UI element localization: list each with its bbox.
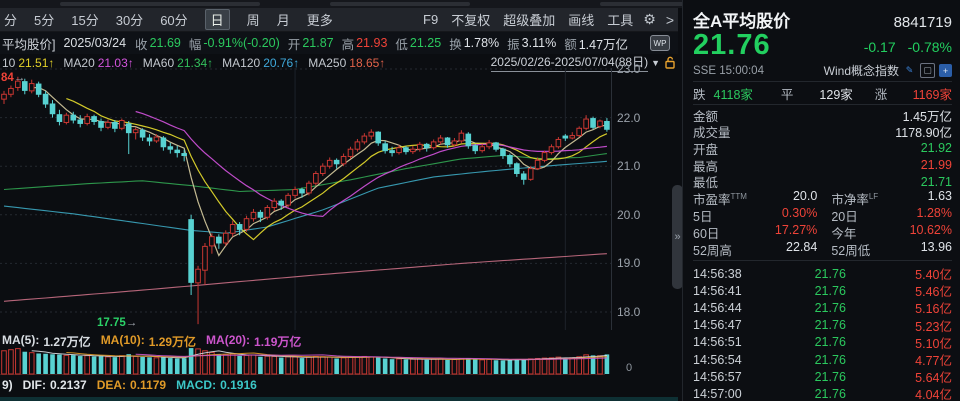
market-breadth-row: 跌 4118家 平 129家 涨 1169家 xyxy=(693,84,952,102)
quote-field: 收 21.69 xyxy=(135,34,181,53)
period-tab[interactable]: 日 xyxy=(205,9,230,30)
period-tab[interactable]: 周 xyxy=(247,10,260,29)
quote-field: 换 1.78% xyxy=(449,34,499,53)
macd-prefix: 9) xyxy=(2,378,13,392)
period-group: 分 5分 15分 30分 60分日周月更多 xyxy=(4,9,333,30)
overlay-icon[interactable]: ▢ xyxy=(920,63,935,78)
toolbar-action-button[interactable]: 不复权 xyxy=(451,10,490,29)
divider xyxy=(693,260,952,261)
down-label: 跌 xyxy=(693,84,706,103)
macd-items: DIF: 0.2137 DEA: 0.1179 MACD: 0.1916 xyxy=(23,378,257,392)
time-sales-row: 14:57:00 21.76 4.04亿 xyxy=(693,385,952,401)
symbol-label: 平均股价] xyxy=(2,34,55,53)
stat-row: 成交量 1178.90亿 xyxy=(693,124,952,141)
stat-pair-row: 52周高 22.84 52周低 13.96 xyxy=(693,241,952,258)
stat-pair-row: 5日 0.30% 20日 1.28% xyxy=(693,207,952,224)
period-tab[interactable]: 15分 xyxy=(71,10,98,29)
up-label: 涨 xyxy=(875,84,888,103)
toolbar-action-button[interactable]: F9 xyxy=(423,12,438,27)
time-sales-row: 14:56:41 21.76 5.46亿 xyxy=(693,282,952,299)
price-axis-label: 19.0 xyxy=(617,256,651,270)
index-type-label: Wind概念指数 xyxy=(824,62,899,79)
stat-pair-row: 市盈率TTM 20.0 市净率LF 1.63 xyxy=(693,190,952,207)
price-axis-label: 22.0 xyxy=(617,111,651,125)
volume-ma-item: MA(20): 1.19万亿 xyxy=(206,333,301,347)
quote-info-bar: 平均股价] 2025/03/24 收 21.69 幅 -0.91%(-0.20)… xyxy=(0,32,678,54)
time-sales-row: 14:56:38 21.76 5.40亿 xyxy=(693,265,952,282)
exchange-time: SSE 15:00:04 xyxy=(693,65,764,77)
period-tab[interactable]: 5分 xyxy=(34,10,54,29)
chevron-right-icon[interactable]: > xyxy=(666,12,674,28)
volume-ma-legend: MA(5): 1.27万亿 MA(10): 1.29万亿 MA(20): 1.1… xyxy=(2,333,301,347)
flat-label: 平 xyxy=(781,84,794,103)
time-sales-row: 14:56:51 21.76 5.10亿 xyxy=(693,334,952,351)
last-price: 21.76 xyxy=(693,30,771,60)
stat-rows: 金额 1.45万亿 成交量 1178.90亿 开盘 21.92 最高 21.99… xyxy=(693,107,952,190)
price-axis-label: 23.0 xyxy=(617,62,651,76)
period-tab[interactable]: 30分 xyxy=(116,10,143,29)
lock-icon[interactable] xyxy=(664,56,676,69)
settings-gear-icon[interactable]: ⚙ xyxy=(643,11,656,28)
stat-pair-rows: 市盈率TTM 20.0 市净率LF 1.63 5日 0.30% 20日 1.28… xyxy=(693,190,952,258)
bottom-divider xyxy=(0,397,678,401)
quote-field: 开 21.87 xyxy=(288,34,334,53)
blurred-text-decoration xyxy=(60,2,260,6)
macd-legend-bar: 9) DIF: 0.2137 DEA: 0.1179 MACD: 0.1916 xyxy=(2,378,257,392)
volume-ma-item: MA(10): 1.29万亿 xyxy=(101,333,196,347)
quote-field: 幅 -0.91%(-0.20) xyxy=(189,34,280,53)
volume-axis-zero: 0 xyxy=(626,362,632,374)
quote-date: 2025/03/24 xyxy=(63,36,126,50)
svg-text:84→: 84→ xyxy=(1,72,25,84)
down-count: 4118家 xyxy=(714,84,753,103)
stat-row: 金额 1.45万亿 xyxy=(693,107,952,124)
period-tab[interactable]: 更多 xyxy=(307,10,333,29)
stat-row: 最低 21.71 xyxy=(693,173,952,190)
quote-fields: 收 21.69 幅 -0.91%(-0.20) 开 21.87 高 21.93 … xyxy=(135,34,636,53)
price-axis-label: 20.0 xyxy=(617,208,651,222)
time-sales-row: 14:56:44 21.76 5.16亿 xyxy=(693,299,952,316)
add-plus-icon[interactable]: + xyxy=(939,64,952,77)
stat-row: 最高 21.99 xyxy=(693,157,952,174)
change-value: -0.17 xyxy=(864,39,896,55)
macd-item: DIF: 0.2137 xyxy=(23,378,87,392)
quote-panel: 全A平均股价 8841719 21.76 -0.17 -0.78% SSE 15… xyxy=(682,0,960,401)
price-axis-label: 21.0 xyxy=(617,159,651,173)
divider xyxy=(693,81,952,82)
time-sales-row: 14:56:54 21.76 4.77亿 xyxy=(693,351,952,368)
period-tab[interactable]: 60分 xyxy=(160,10,187,29)
range-caret-icon[interactable]: ▼ xyxy=(651,58,660,68)
stat-row: 开盘 21.92 xyxy=(693,140,952,157)
flat-count: 129家 xyxy=(819,84,852,103)
volume-ma-item: MA(5): 1.27万亿 xyxy=(2,333,91,347)
time-sales-row: 14:56:57 21.76 5.64亿 xyxy=(693,368,952,385)
volume-chart[interactable] xyxy=(0,347,612,375)
time-sales-row: 14:56:47 21.76 5.23亿 xyxy=(693,317,952,334)
toolbar-action-button[interactable]: 画线 xyxy=(568,10,594,29)
quote-field: 额 1.47万亿 xyxy=(564,34,628,53)
stat-pair-row: 60日 17.27% 今年 10.62% xyxy=(693,224,952,241)
toolbar-action-button[interactable]: 超级叠加 xyxy=(503,10,555,29)
quote-field: 低 21.25 xyxy=(395,34,441,53)
instrument-code: 8841719 xyxy=(894,14,952,31)
period-toolbar: 分 5分 15分 30分 60分日周月更多 F9 不复权超级叠加画线工具 ⚙ > xyxy=(0,8,678,32)
change-percent: -0.78% xyxy=(908,39,952,55)
blurred-text-decoration xyxy=(330,2,470,6)
svg-text:17.75→: 17.75→ xyxy=(97,317,137,329)
edit-pencil-icon[interactable]: ✎ xyxy=(903,64,916,77)
up-count: 1169家 xyxy=(913,84,952,103)
price-chart[interactable]: 84→ 17.75→ xyxy=(0,68,612,330)
macd-item: MACD: 0.1916 xyxy=(176,378,257,392)
toolbar-actions: F9 不复权超级叠加画线工具 xyxy=(423,10,633,29)
time-sales-list[interactable]: 14:56:38 21.76 5.40亿 14:56:41 21.76 5.46… xyxy=(693,265,952,401)
price-axis-label: 18.0 xyxy=(617,305,651,319)
macd-item: DEA: 0.1179 xyxy=(97,378,166,392)
toolbar-action-button[interactable]: 工具 xyxy=(607,10,633,29)
trading-terminal: 分 5分 15分 30分 60分日周月更多 F9 不复权超级叠加画线工具 ⚙ > 平均股价… xyxy=(0,0,960,401)
wp-badge-icon[interactable]: WP xyxy=(650,35,670,51)
period-tab[interactable]: 月 xyxy=(277,10,290,29)
quote-field: 高 21.93 xyxy=(342,34,388,53)
period-tab[interactable]: 分 xyxy=(4,10,17,29)
quote-field: 振 3.11% xyxy=(507,34,556,53)
price-change: -0.17 -0.78% xyxy=(864,39,952,55)
